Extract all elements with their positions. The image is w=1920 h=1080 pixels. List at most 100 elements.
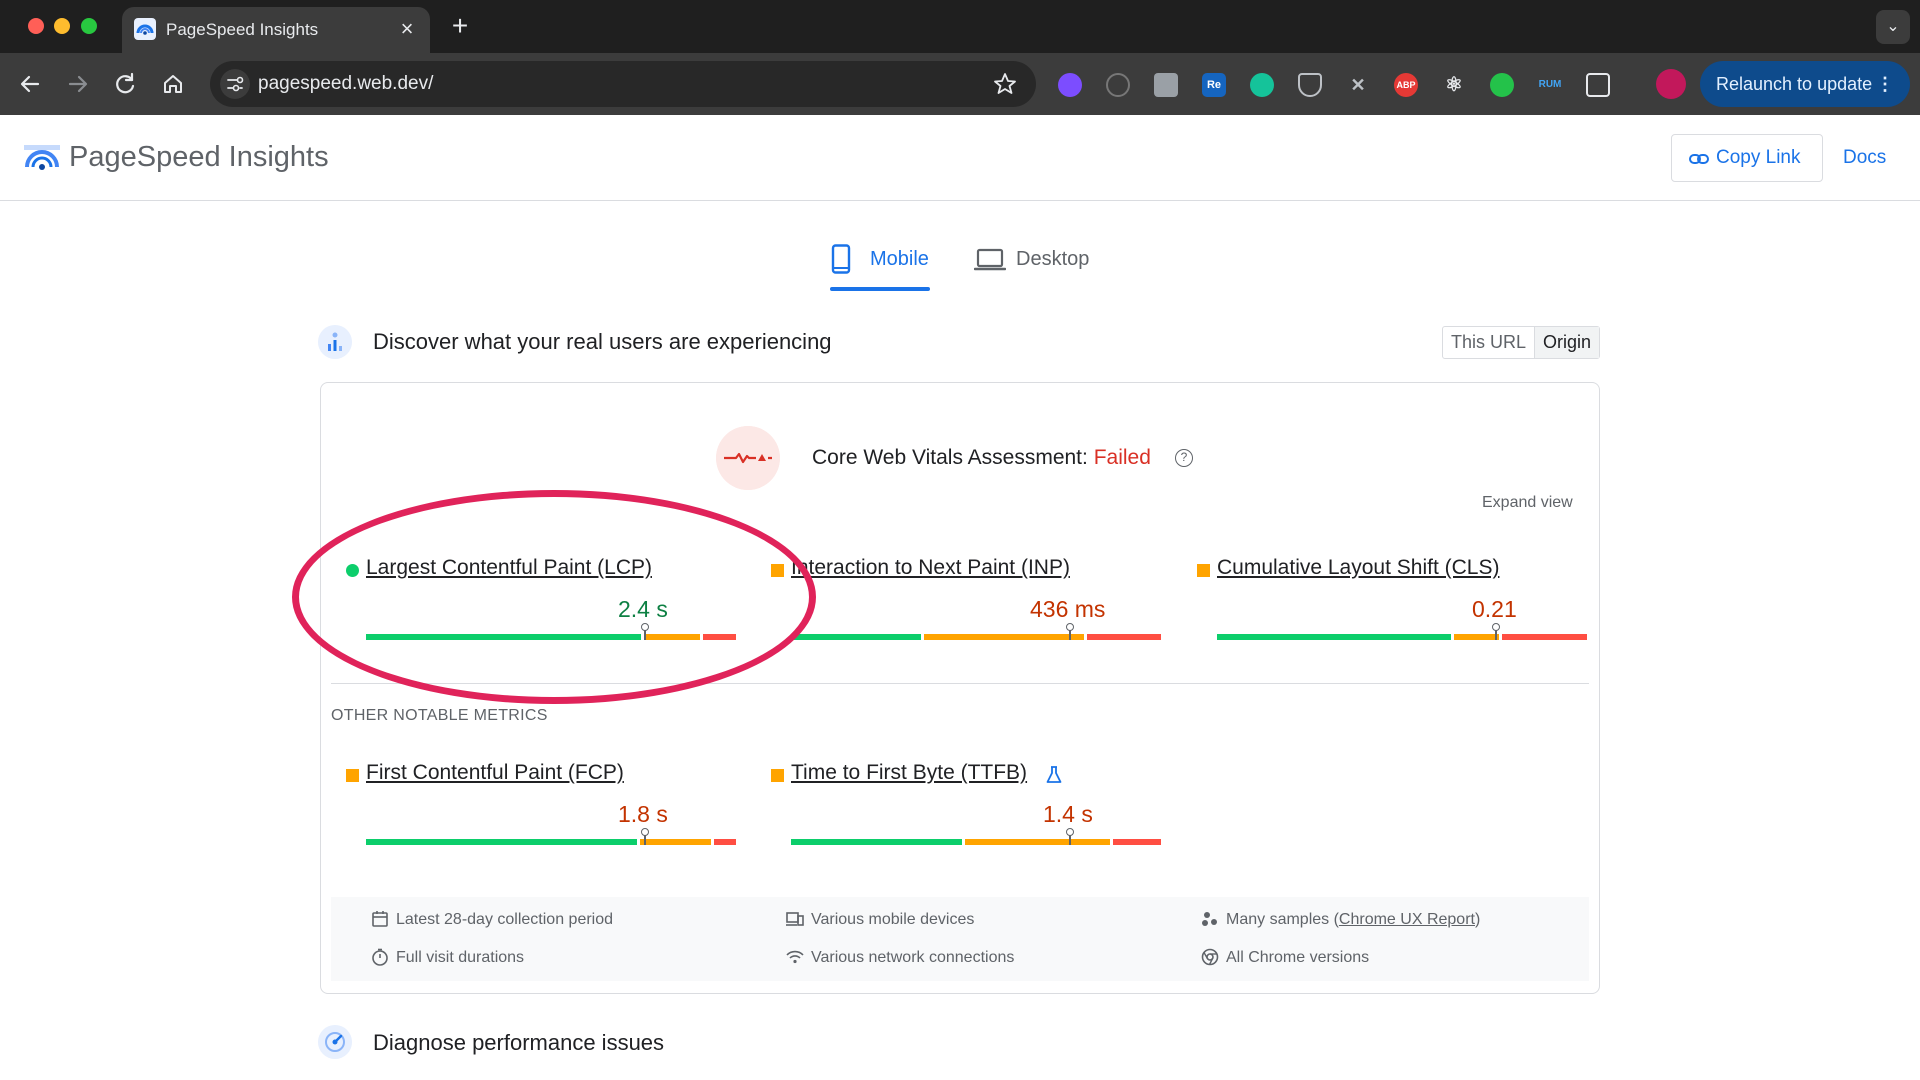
- distribution-bar: [1217, 623, 1587, 640]
- good-segment: [366, 839, 637, 845]
- stopwatch-icon: [372, 948, 388, 966]
- home-icon[interactable]: [157, 68, 189, 100]
- tab-search-icon[interactable]: ⌄: [1876, 10, 1910, 44]
- tab-desktop-label: Desktop: [1016, 248, 1090, 270]
- expand-view-button[interactable]: Expand view: [1482, 494, 1573, 512]
- good-status-dot: [346, 564, 359, 577]
- diagnose-title: Diagnose performance issues: [373, 1030, 665, 1055]
- needs-improvement-square: [346, 769, 359, 782]
- dots-cluster-icon: [1202, 912, 1217, 926]
- this-url-option[interactable]: This URL: [1443, 327, 1534, 358]
- metric-value: 1.4 s: [1043, 801, 1093, 827]
- network-text: Various network connections: [811, 949, 1015, 966]
- cwv-assessment-status: Failed: [1093, 446, 1151, 469]
- tab-selected-indicator: [830, 287, 930, 291]
- experimental-flask-icon[interactable]: [1046, 766, 1062, 784]
- p75-marker: [1066, 623, 1074, 640]
- collection-period-text: Latest 28-day collection period: [396, 911, 614, 928]
- info-extension-icon[interactable]: [1106, 73, 1130, 97]
- devices-icon: [786, 912, 804, 926]
- puzzle-extensions-icon[interactable]: [1586, 73, 1610, 97]
- maximize-window-button[interactable]: [81, 18, 97, 34]
- needs-improvement-segment: [1454, 634, 1499, 640]
- needs-improvement-square: [1197, 564, 1210, 577]
- p75-marker: [641, 623, 649, 640]
- reader-extension-icon[interactable]: Re: [1202, 73, 1226, 97]
- metric-name[interactable]: Time to First Byte (TTFB): [791, 761, 1027, 785]
- minimize-window-button[interactable]: [54, 18, 70, 34]
- metric-inp: Interaction to Next Paint (INP) 436 ms: [771, 556, 1171, 656]
- user-data-icon: [318, 325, 352, 359]
- good-segment: [366, 634, 641, 640]
- good-segment: [791, 839, 962, 845]
- rum-extension-icon[interactable]: RUM: [1538, 73, 1562, 97]
- site-settings-icon[interactable]: [220, 69, 250, 99]
- p75-marker: [641, 828, 649, 845]
- failed-heartbeat-icon: [716, 426, 780, 490]
- docs-link[interactable]: Docs: [1843, 147, 1886, 169]
- new-tab-button[interactable]: +: [446, 12, 474, 40]
- more-menu-icon[interactable]: ⋮: [1876, 61, 1894, 107]
- link-icon: [1689, 154, 1709, 164]
- metric-name[interactable]: Interaction to Next Paint (INP): [791, 556, 1070, 580]
- green-status-extension-icon[interactable]: [1490, 73, 1514, 97]
- relaunch-button[interactable]: Relaunch to update ⋮: [1700, 61, 1910, 107]
- calendar-icon: [372, 911, 388, 927]
- poor-segment: [1502, 634, 1587, 640]
- distribution-bar: [791, 623, 1161, 640]
- forward-icon[interactable]: [62, 68, 94, 100]
- poor-segment: [1113, 839, 1161, 845]
- back-icon[interactable]: [14, 68, 46, 100]
- tab-title: PageSpeed Insights: [166, 20, 319, 39]
- tab-close-icon[interactable]: ×: [394, 16, 420, 42]
- metric-fcp: First Contentful Paint (FCP) 1.8 s: [346, 761, 746, 861]
- copy-link-button[interactable]: Copy Link: [1671, 134, 1823, 182]
- chrome-versions-text: All Chrome versions: [1226, 949, 1370, 966]
- browser-tab-strip: PageSpeed Insights × + ⌄: [0, 0, 1920, 53]
- chrome-ux-report-link[interactable]: Chrome UX Report: [1339, 911, 1475, 928]
- p75-marker: [1066, 828, 1074, 845]
- reload-icon[interactable]: [109, 68, 141, 100]
- cwv-assessment-label: Core Web Vitals Assessment:: [812, 446, 1088, 469]
- samples-prefix: Many samples (: [1226, 911, 1339, 928]
- distribution-bar: [366, 623, 736, 640]
- visit-durations-text: Full visit durations: [396, 949, 525, 966]
- relaunch-label: Relaunch to update: [1716, 74, 1873, 94]
- good-segment: [1217, 634, 1451, 640]
- chrome-icon: [1201, 948, 1219, 966]
- tab-mobile[interactable]: Mobile: [830, 242, 930, 292]
- good-segment: [791, 634, 921, 640]
- grammarly-extension-icon[interactable]: [1250, 73, 1274, 97]
- url-text: pagespeed.web.dev/: [258, 73, 434, 94]
- camera-extension-icon[interactable]: [1154, 73, 1178, 97]
- pagespeed-logo-icon: [24, 141, 60, 177]
- pen-extension-icon[interactable]: ✕: [1346, 73, 1370, 97]
- wifi-icon: [786, 950, 804, 964]
- bookmark-star-icon[interactable]: [992, 71, 1018, 97]
- shield-extension-icon[interactable]: [1298, 73, 1322, 97]
- cwv-assessment: Core Web Vitals Assessment: Failed: [812, 446, 1151, 470]
- adblock-extension-icon[interactable]: ABP: [1394, 73, 1418, 97]
- metric-value: 1.8 s: [618, 801, 668, 827]
- samples-text: Many samples (Chrome UX Report): [1226, 911, 1480, 929]
- metric-name[interactable]: Cumulative Layout Shift (CLS): [1217, 556, 1499, 580]
- profile-avatar[interactable]: [1656, 69, 1686, 99]
- tab-desktop[interactable]: Desktop: [974, 242, 1104, 292]
- close-window-button[interactable]: [28, 18, 44, 34]
- metric-value: 0.21: [1472, 596, 1517, 622]
- distribution-bar: [791, 828, 1161, 845]
- copy-link-label: Copy Link: [1716, 147, 1801, 168]
- react-extension-icon[interactable]: ⚛: [1442, 73, 1466, 97]
- poor-segment: [703, 634, 736, 640]
- origin-option[interactable]: Origin: [1534, 327, 1600, 358]
- metric-ttfb: Time to First Byte (TTFB) 1.4 s: [771, 761, 1171, 861]
- gear-extension-icon[interactable]: [1058, 73, 1082, 97]
- metric-name[interactable]: Largest Contentful Paint (LCP): [366, 556, 652, 580]
- needs-improvement-segment: [924, 634, 1084, 640]
- metric-value: 2.4 s: [618, 596, 668, 622]
- address-bar[interactable]: pagespeed.web.dev/: [210, 61, 1036, 107]
- browser-tab[interactable]: PageSpeed Insights ×: [122, 7, 430, 53]
- metric-name[interactable]: First Contentful Paint (FCP): [366, 761, 624, 785]
- smartphone-icon: [831, 244, 851, 274]
- help-icon[interactable]: ?: [1175, 449, 1193, 467]
